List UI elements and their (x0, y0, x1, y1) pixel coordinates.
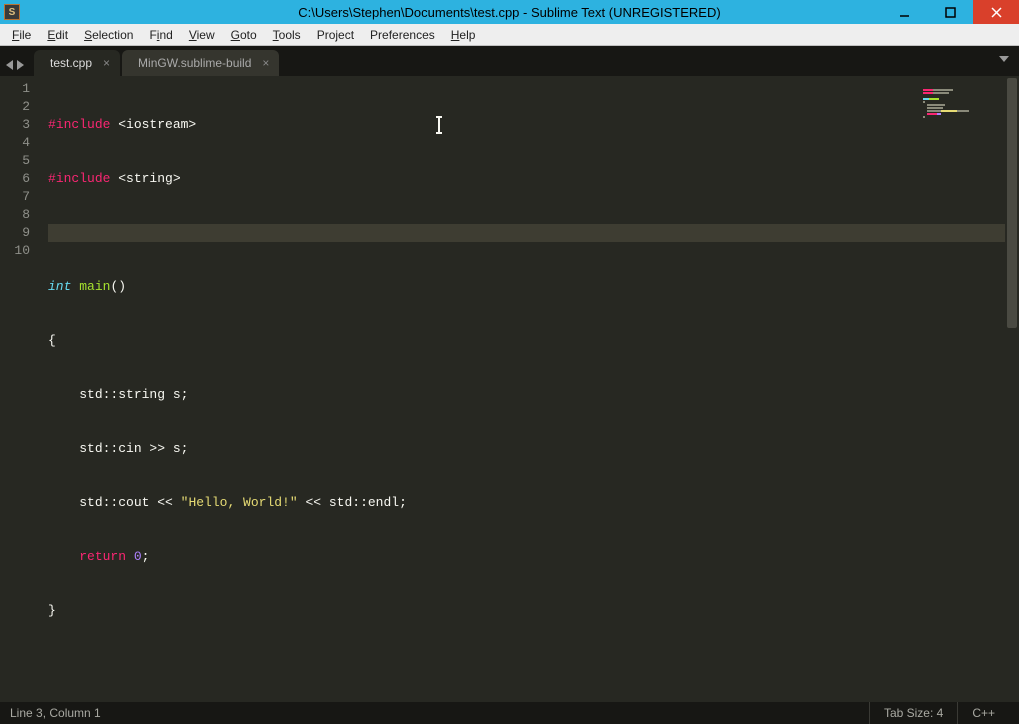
menubar: File Edit Selection Find View Goto Tools… (0, 24, 1019, 46)
line-number: 8 (0, 206, 30, 224)
tab-label: test.cpp (50, 56, 92, 70)
maximize-button[interactable] (927, 0, 973, 24)
tab-close-icon[interactable]: × (103, 57, 110, 69)
window-controls (881, 0, 1019, 24)
menu-help[interactable]: Help (443, 26, 484, 44)
minimap[interactable] (923, 80, 1003, 110)
text-cursor-icon (438, 117, 440, 133)
tabbar: test.cpp × MinGW.sublime-build × (0, 46, 1019, 76)
close-button[interactable] (973, 0, 1019, 24)
menu-view[interactable]: View (181, 26, 223, 44)
menu-preferences[interactable]: Preferences (362, 26, 443, 44)
tab-test-cpp[interactable]: test.cpp × (34, 50, 120, 76)
code-view[interactable]: #include <iostream> #include <string> in… (40, 76, 1019, 702)
code-line: #include <string> (48, 170, 1019, 188)
code-line: std::cin >> s; (48, 440, 1019, 458)
line-number: 4 (0, 134, 30, 152)
line-gutter: 1 2 3 4 5 6 7 8 9 10 (0, 76, 40, 702)
titlebar[interactable]: S C:\Users\Stephen\Documents\test.cpp - … (0, 0, 1019, 24)
vertical-scrollbar[interactable] (1005, 76, 1019, 702)
menu-edit[interactable]: Edit (39, 26, 76, 44)
status-position[interactable]: Line 3, Column 1 (10, 706, 101, 720)
code-line: return 0; (48, 548, 1019, 566)
minimize-button[interactable] (881, 0, 927, 24)
code-line: #include <iostream> (48, 116, 1019, 134)
line-number: 1 (0, 80, 30, 98)
scrollbar-thumb[interactable] (1007, 78, 1017, 328)
code-line: std::string s; (48, 386, 1019, 404)
editor[interactable]: 1 2 3 4 5 6 7 8 9 10 #include <iostream>… (0, 76, 1019, 702)
menu-selection[interactable]: Selection (76, 26, 141, 44)
line-number: 7 (0, 188, 30, 206)
tab-mingw-build[interactable]: MinGW.sublime-build × (122, 50, 279, 76)
tab-close-icon[interactable]: × (262, 57, 269, 69)
tab-nav-arrows (6, 60, 24, 70)
tab-history-forward-icon[interactable] (17, 60, 24, 70)
code-line: { (48, 332, 1019, 350)
tab-history-back-icon[interactable] (6, 60, 13, 70)
menu-find[interactable]: Find (141, 26, 180, 44)
menu-file[interactable]: File (4, 26, 39, 44)
line-number: 2 (0, 98, 30, 116)
code-line: std::cout << "Hello, World!" << std::end… (48, 494, 1019, 512)
statusbar: Line 3, Column 1 Tab Size: 4 C++ (0, 702, 1019, 724)
tab-overflow-icon[interactable] (999, 56, 1009, 62)
app-icon: S (4, 4, 20, 20)
line-number: 9 (0, 224, 30, 242)
menu-project[interactable]: Project (309, 26, 362, 44)
menu-goto[interactable]: Goto (223, 26, 265, 44)
code-line: int main() (48, 278, 1019, 296)
menu-tools[interactable]: Tools (265, 26, 309, 44)
line-number: 6 (0, 170, 30, 188)
line-number: 5 (0, 152, 30, 170)
line-number: 3 (0, 116, 30, 134)
status-tabsize[interactable]: Tab Size: 4 (869, 702, 957, 724)
code-line (48, 224, 1019, 242)
tab-label: MinGW.sublime-build (138, 56, 251, 70)
line-number: 10 (0, 242, 30, 260)
status-syntax[interactable]: C++ (957, 702, 1009, 724)
code-line: } (48, 602, 1019, 620)
window-title: C:\Users\Stephen\Documents\test.cpp - Su… (0, 5, 1019, 20)
